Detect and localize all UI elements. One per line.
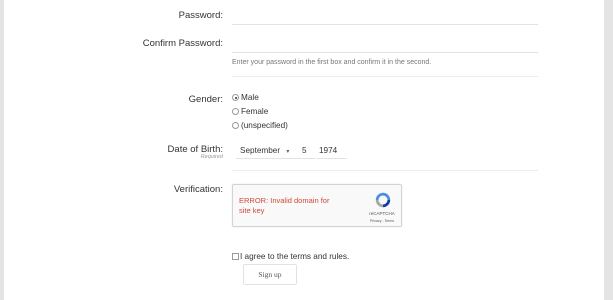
- gender-label: Gender:: [188, 94, 223, 105]
- radio-male[interactable]: [232, 94, 239, 101]
- recaptcha-error-message: ERROR: Invalid domain for site key: [239, 196, 330, 215]
- chevron-down-icon: ▾: [286, 149, 290, 155]
- divider: [232, 170, 538, 171]
- dob-day-input[interactable]: 5: [300, 144, 316, 159]
- gender-option-unspecified[interactable]: (unspecified): [232, 121, 288, 130]
- confirm-password-input[interactable]: [232, 38, 538, 53]
- gender-option-male[interactable]: Male: [232, 93, 259, 102]
- gender-option-label: (unspecified): [241, 121, 288, 130]
- right-frame-border: [604, 0, 613, 300]
- recaptcha-privacy-terms-links[interactable]: Privacy - Terms: [361, 219, 403, 223]
- gender-option-female[interactable]: Female: [232, 107, 268, 116]
- dob-required-note: Required: [200, 154, 223, 160]
- dob-month-value: September: [240, 146, 281, 155]
- radio-unspecified[interactable]: [232, 122, 239, 129]
- password-hint: Enter your password in the first box and…: [232, 59, 432, 66]
- confirm-password-label: Confirm Password:: [142, 38, 223, 49]
- password-input[interactable]: [232, 10, 538, 25]
- left-frame-border: [0, 0, 4, 300]
- recaptcha-logo-icon: [375, 192, 391, 208]
- agree-terms-label[interactable]: I agree to the terms and rules.: [240, 252, 349, 261]
- dob-year-input[interactable]: 1974: [317, 144, 347, 159]
- verification-label: Verification:: [173, 184, 223, 195]
- divider: [232, 76, 538, 77]
- radio-female[interactable]: [232, 108, 239, 115]
- agree-checkbox[interactable]: [232, 253, 239, 260]
- gender-option-label: Female: [241, 107, 269, 116]
- recaptcha-widget[interactable]: ERROR: Invalid domain for site key reCAP…: [232, 184, 402, 227]
- dob-month-select[interactable]: September ▾: [236, 144, 300, 159]
- recaptcha-brand-text: reCAPTCHA: [369, 211, 395, 216]
- password-label: Password:: [178, 10, 223, 21]
- sign-up-button[interactable]: Sign up: [243, 264, 297, 285]
- gender-option-label: Male: [241, 93, 259, 102]
